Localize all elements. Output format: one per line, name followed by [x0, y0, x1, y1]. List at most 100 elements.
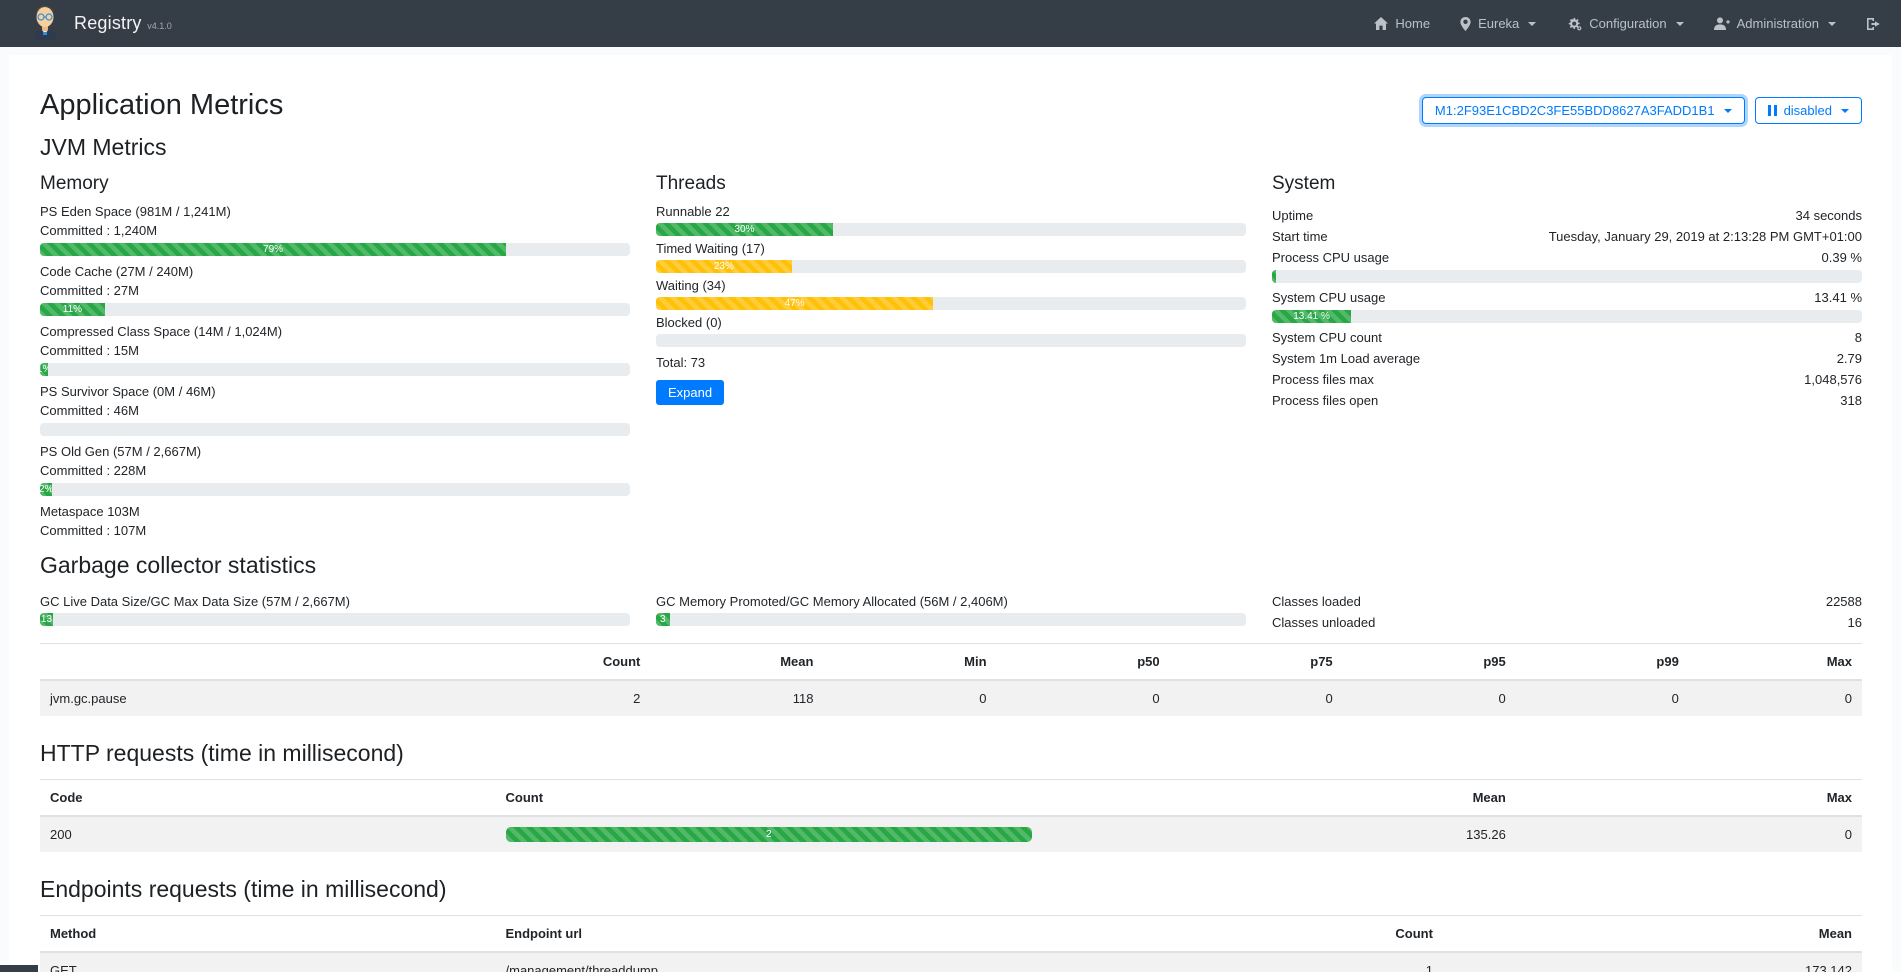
endpoints-heading: Endpoints requests (time in millisecond) [40, 876, 1862, 903]
gc-classes-value: 22588 [1826, 593, 1862, 610]
http-requests-table: CodeCountMeanMax2002135.260 [40, 779, 1862, 852]
memory-item: PS Old Gen (57M / 2,667M)Committed : 228… [40, 443, 630, 496]
progress-label: 23% [714, 261, 734, 272]
pause-icon [1768, 105, 1777, 116]
system-row-label: Process files open [1272, 392, 1378, 409]
chevron-down-icon [1828, 22, 1836, 26]
column-header: Method [40, 916, 496, 953]
user-plus-icon [1714, 17, 1730, 30]
chevron-down-icon [1841, 109, 1849, 113]
gc-classes-block: Classes loaded22588Classes unloaded16 [1272, 591, 1862, 633]
refresh-state-label: disabled [1784, 103, 1832, 118]
gc-classes-label: Classes unloaded [1272, 614, 1375, 631]
table-cell: GET [40, 952, 496, 972]
column-header: Count [496, 780, 1043, 817]
instance-selector-button[interactable]: M1:2F93E1CBD2C3FE55BDD8627A3FADD1B1 [1422, 97, 1745, 124]
system-row-label: Process CPU usage [1272, 249, 1389, 266]
brand[interactable]: Registry v4.1.0 [30, 4, 172, 43]
gc-classes-row: Classes loaded22588 [1272, 591, 1862, 612]
system-heading: System [1272, 173, 1862, 195]
instance-selector-label: M1:2F93E1CBD2C3FE55BDD8627A3FADD1B1 [1435, 103, 1715, 118]
progress-fill: 11% [40, 303, 105, 316]
progress-track: 2 [506, 827, 1033, 842]
thread-metric-title: Runnable 22 [656, 203, 1246, 220]
table-header-row: MethodEndpoint urlCountMean [40, 916, 1862, 953]
progress-fill: 1% [40, 363, 48, 376]
memory-metric-title: PS Eden Space (981M / 1,241M) [40, 203, 630, 220]
nav-item-configuration[interactable]: Configuration [1566, 16, 1683, 31]
system-row-label: System 1m Load average [1272, 350, 1420, 367]
system-row-value: 1,048,576 [1804, 371, 1862, 388]
refresh-state-button[interactable]: disabled [1755, 97, 1862, 124]
map-marker-icon [1460, 17, 1471, 31]
system-row-value: Tuesday, January 29, 2019 at 2:13:28 PM … [1549, 228, 1862, 245]
threads-heading: Threads [656, 173, 1246, 195]
progress-label: 13.41 % [1293, 311, 1330, 322]
column-header: Mean [650, 644, 823, 681]
progress-label: 2% [40, 484, 52, 495]
navbar: Registry v4.1.0 Home Eureka Configuration A… [0, 0, 1901, 47]
table-cell: 0 [1689, 680, 1862, 716]
table-cell: 2 [496, 816, 1043, 852]
table-cell: /management/threaddump [496, 952, 1188, 972]
table-cell: 200 [40, 816, 496, 852]
system-row-value: 34 seconds [1796, 207, 1863, 224]
table-row: jvm.gc.pause2118000000 [40, 680, 1862, 716]
thread-item: Runnable 22 30% [656, 203, 1246, 236]
system-row-label: Uptime [1272, 207, 1313, 224]
threads-column: Threads Runnable 2230%Timed Waiting (17)… [656, 173, 1246, 546]
system-row: Process CPU usage0.39 % [1272, 247, 1862, 268]
footer-edge [0, 965, 38, 972]
progress-track: 47% [656, 297, 1246, 310]
column-header: p99 [1516, 644, 1689, 681]
progress-track [656, 334, 1246, 347]
memory-metric-committed: Committed : 46M [40, 402, 630, 419]
column-header: p50 [997, 644, 1170, 681]
system-row-value: 2.79 [1837, 350, 1862, 367]
threads-total: Total: 73 [656, 355, 1246, 370]
system-row-value: 318 [1840, 392, 1862, 409]
brand-name: Registry [74, 13, 142, 33]
system-row: Process files open 318 [1272, 390, 1862, 411]
memory-heading: Memory [40, 173, 630, 195]
jhipster-logo-icon [30, 4, 60, 43]
progress-fill [1272, 270, 1276, 283]
home-icon [1374, 17, 1388, 30]
column-header: Max [1516, 780, 1862, 817]
thread-item: Blocked (0) [656, 314, 1246, 347]
gc-bar-title: GC Memory Promoted/GC Memory Allocated (… [656, 593, 1246, 610]
brand-version: v4.1.0 [147, 21, 172, 31]
memory-metric-committed: Committed : 107M [40, 522, 630, 539]
progress-track: 1% [40, 363, 630, 376]
progress-fill: 2 [506, 827, 1033, 842]
column-header: p75 [1170, 644, 1343, 681]
memory-item: PS Survivor Space (0M / 46M)Committed : … [40, 383, 630, 436]
system-row-value: 13.41 % [1814, 289, 1862, 306]
table-cell: 173.142 [1443, 952, 1862, 972]
memory-items: PS Eden Space (981M / 1,241M) Committed :… [40, 203, 630, 539]
nav-item-administration[interactable]: Administration [1714, 16, 1836, 31]
progress-label: 13 [41, 614, 52, 625]
memory-metric-committed: Committed : 27M [40, 282, 630, 299]
nav-item-home[interactable]: Home [1374, 16, 1430, 31]
column-header: Mean [1042, 780, 1516, 817]
memory-metric-committed: Committed : 228M [40, 462, 630, 479]
expand-button[interactable]: Expand [656, 380, 724, 405]
sign-out-button[interactable] [1866, 17, 1881, 31]
jvm-metrics-heading: JVM Metrics [40, 134, 1862, 161]
table-header-row: CountMeanMinp50p75p95p99Max [40, 644, 1862, 681]
nav-item-label: Administration [1737, 16, 1819, 31]
column-header [40, 644, 477, 681]
progress-fill: 2% [40, 483, 52, 496]
nav-item-eureka[interactable]: Eureka [1460, 16, 1536, 31]
gc-classes-row: Classes unloaded16 [1272, 612, 1862, 633]
progress-label: 11% [63, 304, 82, 315]
memory-metric-title: Compressed Class Space (14M / 1,024M) [40, 323, 630, 340]
chevron-down-icon [1676, 22, 1684, 26]
memory-metric-title: Metaspace 103M [40, 503, 630, 520]
thread-items: Runnable 2230%Timed Waiting (17)23%Waiti… [656, 203, 1246, 347]
progress-label: 1% [40, 364, 48, 375]
table-row: 2002135.260 [40, 816, 1862, 852]
progress-fill: 30% [656, 223, 833, 236]
table-cell: 0 [1516, 680, 1689, 716]
